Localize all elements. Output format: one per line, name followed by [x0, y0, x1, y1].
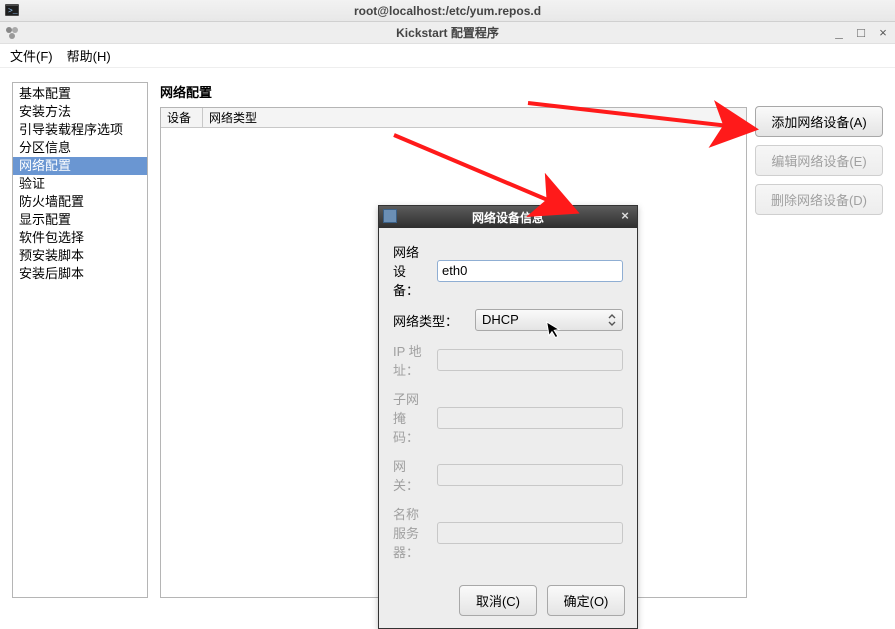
app-window-title: Kickstart 配置程序 — [396, 24, 499, 41]
sidebar-item-9[interactable]: 预安装脚本 — [13, 247, 147, 265]
menu-file[interactable]: 文件(F) — [10, 46, 53, 65]
column-type[interactable]: 网络类型 — [203, 108, 746, 127]
delete-network-device-button: 删除网络设备(D) — [755, 184, 883, 215]
sidebar-item-10[interactable]: 安装后脚本 — [13, 265, 147, 283]
row-type: 网络类型： DHCP — [393, 309, 623, 331]
sidebar: 基本配置安装方法引导装载程序选项分区信息网络配置验证防火墙配置显示配置软件包选择… — [12, 82, 148, 598]
device-list-header: 设备 网络类型 — [161, 108, 746, 128]
dialog-body: 网络设备： 网络类型： DHCP IP 地址： 子网掩码： 网关： 名称服务器： — [379, 228, 637, 577]
dialog-titlebar[interactable]: 网络设备信息 × — [379, 206, 637, 228]
row-device: 网络设备： — [393, 242, 623, 299]
maximize-button[interactable]: □ — [853, 26, 869, 41]
add-network-device-button[interactable]: 添加网络设备(A) — [755, 106, 883, 137]
app-icon — [4, 25, 20, 41]
ok-button[interactable]: 确定(O) — [547, 585, 625, 616]
dialog-close-button[interactable]: × — [617, 209, 633, 225]
label-type: 网络类型： — [393, 311, 469, 330]
input-gateway — [437, 464, 623, 486]
cursor-icon — [546, 319, 561, 339]
svg-text:>_: >_ — [8, 7, 18, 16]
network-device-info-dialog: 网络设备信息 × 网络设备： 网络类型： DHCP IP 地址： 子网掩码： 网… — [378, 205, 638, 629]
dialog-button-row: 取消(C) 确定(O) — [379, 577, 637, 628]
row-gateway: 网关： — [393, 456, 623, 494]
app-window-titlebar: Kickstart 配置程序 _ □ × — [0, 22, 895, 44]
column-device[interactable]: 设备 — [161, 108, 203, 127]
window-controls: _ □ × — [831, 22, 891, 44]
dialog-icon — [383, 209, 397, 223]
label-gateway: 网关： — [393, 456, 431, 494]
sidebar-item-1[interactable]: 安装方法 — [13, 103, 147, 121]
chevron-updown-icon — [607, 314, 617, 324]
label-netmask: 子网掩码： — [393, 389, 431, 446]
minimize-button[interactable]: _ — [831, 26, 847, 41]
sidebar-item-3[interactable]: 分区信息 — [13, 139, 147, 157]
row-ip: IP 地址： — [393, 341, 623, 379]
panel-title: 网络配置 — [160, 82, 747, 101]
right-button-column: 添加网络设备(A) 编辑网络设备(E) 删除网络设备(D) — [755, 82, 883, 598]
label-nameserver: 名称服务器： — [393, 504, 431, 561]
input-ip — [437, 349, 623, 371]
sidebar-item-0[interactable]: 基本配置 — [13, 85, 147, 103]
row-nameserver: 名称服务器： — [393, 504, 623, 561]
row-netmask: 子网掩码： — [393, 389, 623, 446]
sidebar-item-4[interactable]: 网络配置 — [13, 157, 147, 175]
terminal-window-title: root@localhost:/etc/yum.repos.d — [354, 4, 541, 18]
input-netmask — [437, 407, 623, 429]
cancel-button[interactable]: 取消(C) — [459, 585, 537, 616]
terminal-window-titlebar: >_ root@localhost:/etc/yum.repos.d — [0, 0, 895, 22]
terminal-icon: >_ — [4, 2, 20, 18]
label-device: 网络设备： — [393, 242, 431, 299]
sidebar-item-5[interactable]: 验证 — [13, 175, 147, 193]
menubar: 文件(F) 帮助(H) — [0, 44, 895, 68]
menu-help[interactable]: 帮助(H) — [67, 46, 111, 65]
input-device[interactable] — [437, 260, 623, 282]
label-ip: IP 地址： — [393, 341, 431, 379]
sidebar-item-2[interactable]: 引导装载程序选项 — [13, 121, 147, 139]
dialog-title: 网络设备信息 — [472, 209, 544, 226]
sidebar-item-6[interactable]: 防火墙配置 — [13, 193, 147, 211]
sidebar-item-8[interactable]: 软件包选择 — [13, 229, 147, 247]
sidebar-item-7[interactable]: 显示配置 — [13, 211, 147, 229]
input-nameserver — [437, 522, 623, 544]
edit-network-device-button: 编辑网络设备(E) — [755, 145, 883, 176]
close-button[interactable]: × — [875, 26, 891, 41]
